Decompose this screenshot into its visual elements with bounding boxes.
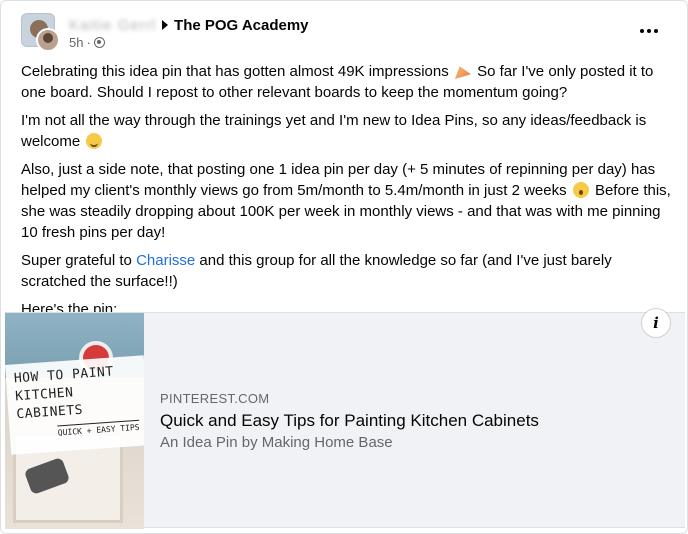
thumbnail-tag: QUICK + EASY TIPS — [57, 419, 140, 438]
preview-title[interactable]: Quick and Easy Tips for Painting Kitchen… — [160, 411, 539, 431]
post-time[interactable]: 5h — [69, 35, 83, 50]
globe-icon[interactable] — [93, 37, 105, 48]
thumbnail-banner: HOW TO PAINT KITCHEN CABINETS QUICK + EA… — [5, 355, 144, 455]
thumbnail-title-line-2: KITCHEN CABINETS — [14, 385, 84, 423]
preview-domain: PINTEREST.COM — [160, 391, 270, 406]
party-popper-icon — [454, 66, 471, 79]
paragraph-1-text-a: Celebrating this idea pin that has gotte… — [21, 63, 449, 80]
paragraph-4: Super grateful to Charisse and this grou… — [21, 250, 671, 292]
paragraph-3: Also, just a side note, that posting one… — [21, 159, 671, 243]
preview-text[interactable]: PINTEREST.COM Quick and Easy Tips for Pa… — [160, 391, 539, 451]
link-preview[interactable]: HOW TO PAINT KITCHEN CABINETS QUICK + EA… — [5, 308, 685, 529]
post-meta: 5h · — [69, 35, 105, 50]
facebook-post-card: Kaitie Gerrl The POG Academy 5h · Celebr… — [0, 0, 688, 534]
preview-thumbnail[interactable]: HOW TO PAINT KITCHEN CABINETS QUICK + EA… — [5, 313, 144, 529]
avatar-group[interactable] — [21, 13, 61, 53]
author-line: Kaitie Gerrl The POG Academy — [69, 15, 309, 35]
paragraph-1: Celebrating this idea pin that has gotte… — [21, 61, 671, 103]
paragraph-2-text: I'm not all the way through the training… — [21, 112, 647, 150]
arrow-right-icon — [162, 20, 169, 30]
group-name[interactable]: The POG Academy — [174, 17, 309, 34]
post-body: Celebrating this idea pin that has gotte… — [21, 61, 671, 327]
more-options-icon[interactable] — [639, 23, 659, 39]
user-avatar[interactable] — [36, 28, 60, 52]
author-name[interactable]: Kaitie Gerrl — [69, 17, 156, 34]
paragraph-2: I'm not all the way through the training… — [21, 110, 671, 152]
shocked-face-icon — [572, 182, 589, 198]
meta-separator: · — [86, 35, 91, 50]
smile-icon — [86, 133, 103, 149]
info-icon[interactable]: i — [641, 308, 671, 338]
post-header: Kaitie Gerrl The POG Academy 5h · — [21, 13, 667, 53]
preview-description: An Idea Pin by Making Home Base — [160, 434, 393, 451]
mention-link[interactable]: Charisse — [136, 252, 195, 269]
paragraph-3-text-a: Also, just a side note, that posting one… — [21, 161, 656, 199]
paragraph-4-text-a: Super grateful to — [21, 252, 137, 269]
